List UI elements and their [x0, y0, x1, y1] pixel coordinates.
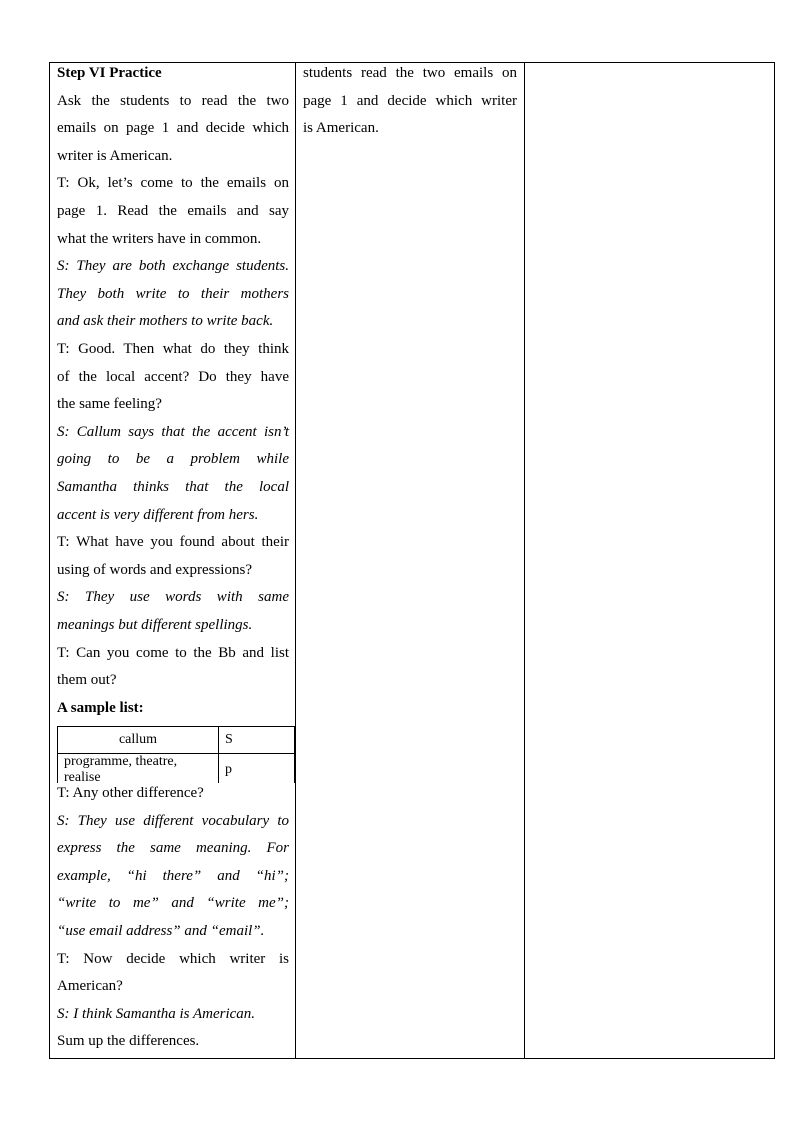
text-line: T: Good. Then what do they think	[57, 341, 289, 357]
text-line: them out?	[57, 672, 117, 689]
text-line: S: They use words with same	[57, 589, 289, 606]
text-line: A sample list:	[57, 699, 144, 716]
text-line: S: They are both exchange students.	[57, 258, 289, 275]
column-divider	[524, 62, 525, 1059]
text-line: Step VI Practice	[57, 65, 162, 81]
sample-list-table: callum S programme, theatre, realise p	[57, 726, 295, 783]
text-line: emails on page 1 and decide which	[57, 120, 289, 137]
text-line: using of words and expressions?	[57, 561, 252, 578]
text-line: T: What have you found about their	[57, 534, 289, 551]
text-line: is American.	[303, 120, 379, 137]
text-line: S: I think Samantha is American.	[57, 1005, 256, 1022]
text-line: writer is American.	[57, 147, 173, 164]
table-cell: programme, theatre, realise	[57, 753, 220, 783]
text-line: example, “hi there” and “hi”;	[57, 867, 289, 884]
text-line: “use email address” and “email”.	[57, 923, 265, 939]
table-row: programme, theatre, realise p	[57, 753, 295, 783]
text-line: T: Now decide which writer is	[57, 950, 289, 967]
table-header-cell: S	[218, 726, 295, 754]
table-header-cell: callum	[57, 726, 220, 754]
table-cell: p	[218, 753, 295, 783]
text-line: S: Callum says that the accent isn’t	[57, 423, 289, 440]
text-line: T: Any other difference?	[57, 785, 204, 801]
text-line: American?	[57, 978, 123, 995]
text-line: of the local accent? Do they have	[57, 368, 289, 385]
text-line: T: Ok, let’s come to the emails on	[57, 175, 289, 192]
text-line: the same feeling?	[57, 396, 162, 413]
text-line: going to be a problem while	[57, 451, 289, 468]
text-line: T: Can you come to the Bb and list	[57, 644, 289, 661]
column-divider	[295, 62, 296, 1059]
text-line: express the same meaning. For	[57, 840, 289, 857]
text-line: page 1. Read the emails and say	[57, 203, 289, 219]
text-line: Ask the students to read the two	[57, 92, 289, 109]
text-line: what the writers have in common.	[57, 230, 262, 247]
text-line: page 1 and decide which writer	[303, 92, 517, 109]
text-line: Samantha thinks that the local	[57, 479, 289, 495]
table-row: callum S	[57, 726, 295, 754]
text-line: Sum up the differences.	[57, 1033, 200, 1050]
text-line: accent is very different from hers.	[57, 506, 259, 523]
text-line: They both write to their mothers	[57, 285, 289, 302]
sample-list-table-wrapper: callum S programme, theatre, realise p	[57, 726, 295, 783]
document-page: callum S programme, theatre, realise p S…	[0, 0, 794, 1123]
text-line: meanings but different spellings.	[57, 617, 253, 633]
text-line: S: They use different vocabulary to	[57, 812, 289, 829]
text-line: students read the two emails on	[303, 65, 517, 81]
text-line: and ask their mothers to write back.	[57, 313, 274, 330]
text-line: “write to me” and “write me”;	[57, 895, 289, 912]
